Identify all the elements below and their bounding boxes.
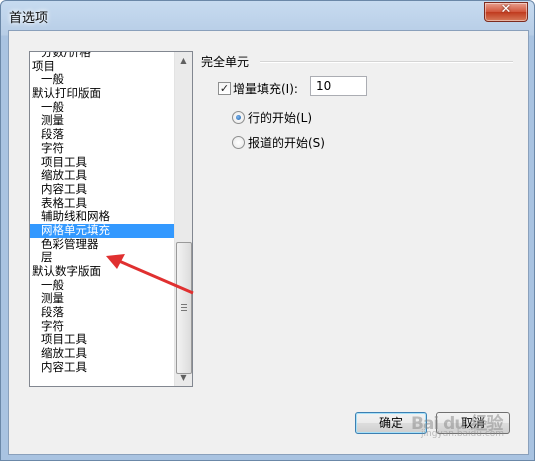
category-list-item[interactable]: 缩放工具 bbox=[30, 168, 174, 183]
watermark-url: jingyan.baidu.com bbox=[421, 429, 505, 439]
category-list-item[interactable]: 测量 bbox=[30, 292, 174, 306]
category-list-item[interactable]: 项目工具 bbox=[30, 155, 174, 170]
radio-report-start-label[interactable]: 报道的开始(S) bbox=[248, 134, 325, 151]
group-title: 完全单元 bbox=[201, 55, 250, 69]
dialog-body: 分数/价格 项目 一般 默认打印版面 一般 测量 段落 字符 项目工具 缩放工具 内容工具 表格工具辅… bbox=[8, 30, 529, 455]
category-list[interactable]: 分数/价格 项目 一般 默认打印版面 一般 测量 段落 字符 项目工具 缩放工具 内容工具 表格工具辅… bbox=[29, 51, 193, 387]
category-list-item[interactable]: 缩放工具 bbox=[30, 346, 174, 361]
window-title: 首选项 bbox=[9, 11, 49, 26]
radio-selected-dot-icon bbox=[236, 115, 241, 120]
category-list-viewport: 分数/价格 项目 一般 默认打印版面 一般 测量 段落 字符 项目工具 缩放工具 内容工具 表格工具辅… bbox=[30, 52, 174, 386]
radio-row-start-label[interactable]: 行的开始(L) bbox=[248, 109, 312, 126]
scroll-up-arrow-icon[interactable]: ▲ bbox=[175, 52, 192, 69]
preferences-dialog: 首选项 ✕ 分数/价格 项目 一般 默认打印版面 一般 测量 段落 字符 项目工具 缩放工具 内容工… bbox=[0, 0, 535, 461]
category-list-item[interactable]: 辅助线和网格 bbox=[30, 210, 174, 224]
scroll-down-arrow-icon[interactable]: ▼ bbox=[175, 369, 192, 386]
category-list-item[interactable]: 色彩管理器 bbox=[30, 237, 174, 252]
radio-row-start[interactable] bbox=[232, 111, 245, 124]
title-bar: 首选项 ✕ bbox=[1, 1, 534, 31]
category-list-item[interactable]: 表格工具 bbox=[30, 196, 174, 211]
close-icon: ✕ bbox=[500, 2, 512, 17]
increment-fill-checkbox[interactable]: ✓ bbox=[218, 82, 231, 95]
category-list-item[interactable]: 内容工具 bbox=[30, 182, 174, 197]
group-divider bbox=[260, 61, 513, 63]
close-button[interactable]: ✕ bbox=[484, 2, 528, 22]
category-list-item[interactable]: 一般 bbox=[30, 100, 174, 115]
category-list-item[interactable]: 一般 bbox=[30, 73, 174, 87]
increment-fill-label[interactable]: 增量填充(I): bbox=[233, 80, 298, 97]
category-list-item[interactable]: 字符 bbox=[30, 141, 174, 156]
category-list-item[interactable]: 字符 bbox=[30, 319, 174, 334]
category-list-item[interactable]: 一般 bbox=[30, 278, 174, 293]
category-list-item[interactable]: 网格单元填充 bbox=[30, 223, 174, 238]
category-list-items: 分数/价格 项目 一般 默认打印版面 一般 测量 段落 字符 项目工具 缩放工具 内容工具 表格工具辅… bbox=[30, 52, 174, 375]
grip-line bbox=[181, 304, 187, 305]
radio-report-start[interactable] bbox=[232, 136, 245, 149]
category-list-item[interactable]: 段落 bbox=[30, 305, 174, 320]
category-list-item[interactable]: 段落 bbox=[30, 127, 174, 142]
grip-line bbox=[181, 310, 187, 311]
grip-line bbox=[181, 307, 187, 308]
category-list-item[interactable]: 项目 bbox=[30, 59, 174, 74]
category-list-item[interactable]: 层 bbox=[30, 251, 174, 265]
check-icon: ✓ bbox=[219, 82, 230, 95]
category-list-item[interactable]: 内容工具 bbox=[30, 360, 174, 375]
category-list-item[interactable]: 测量 bbox=[30, 114, 174, 128]
category-scrollbar[interactable]: ▲ ▼ bbox=[174, 52, 192, 386]
category-list-item[interactable]: 默认打印版面 bbox=[30, 86, 174, 101]
increment-value-input[interactable]: 10 bbox=[310, 76, 367, 96]
scrollbar-thumb[interactable] bbox=[176, 242, 192, 374]
category-list-item[interactable]: 项目工具 bbox=[30, 333, 174, 347]
category-list-item[interactable]: 默认数字版面 bbox=[30, 264, 174, 279]
